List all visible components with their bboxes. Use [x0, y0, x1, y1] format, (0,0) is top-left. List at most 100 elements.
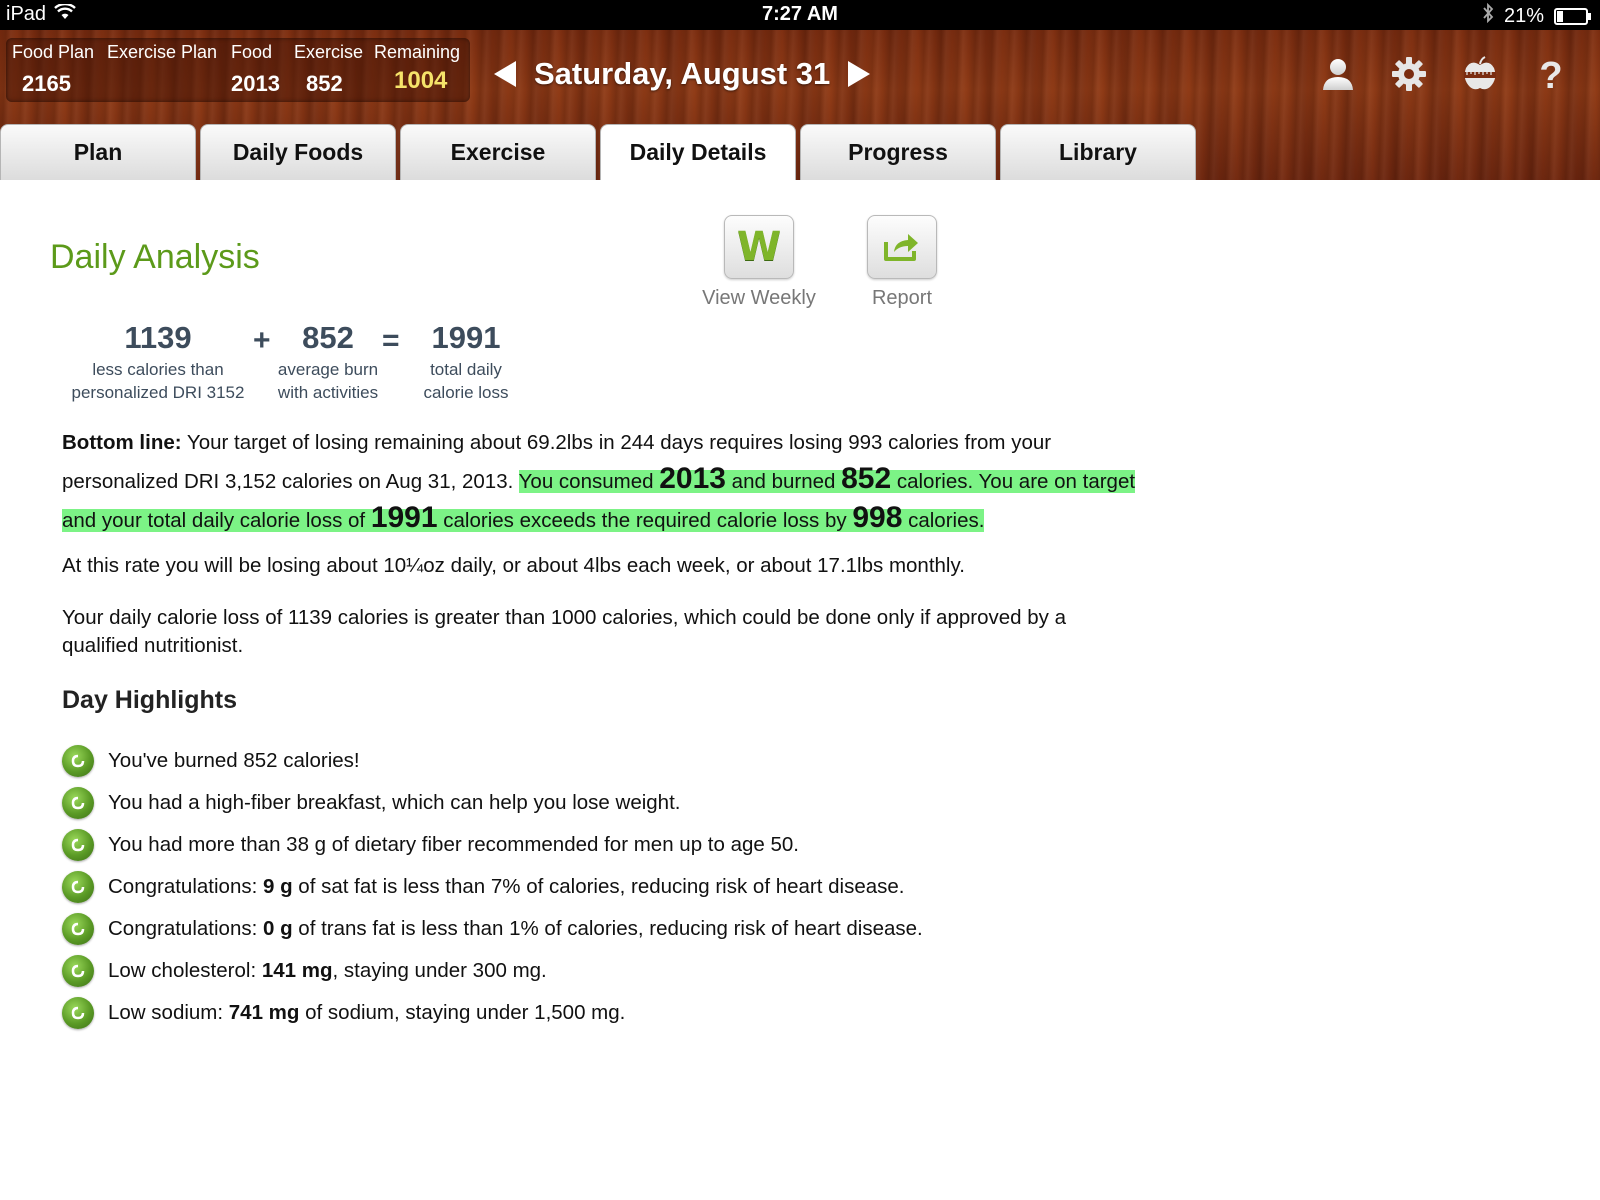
consumed-value: 2013	[659, 462, 726, 495]
next-day-button[interactable]	[848, 61, 871, 87]
tab-plan[interactable]: Plan	[0, 124, 196, 180]
total-loss-value: 1991	[431, 320, 501, 355]
date-navigator: Saturday, August 31	[494, 54, 871, 94]
battery-fill	[1557, 10, 1564, 22]
battery-icon	[1554, 7, 1591, 25]
deficit-caption-1: less calories than	[92, 360, 224, 379]
previous-day-button[interactable]	[494, 61, 516, 87]
share-icon[interactable]	[867, 215, 937, 279]
report-label: Report	[871, 287, 933, 309]
total-loss: 1991 total daily calorie loss	[406, 320, 526, 404]
view-weekly-label: View Weekly	[702, 287, 816, 309]
svg-text:?: ?	[1539, 55, 1562, 93]
burn-value: 852	[302, 320, 354, 355]
tab-library[interactable]: Library	[1000, 124, 1196, 180]
exceeds-value: 998	[852, 501, 903, 534]
list-item: Low sodium: 741 mg of sodium, staying un…	[62, 992, 923, 1034]
warning-text: Your daily calorie loss of 1139 calories…	[62, 606, 1066, 657]
highlight-bold: 0 g	[262, 917, 293, 940]
exercise-plan-label: Exercise Plan	[107, 42, 218, 62]
highlight-text-5: calories.	[902, 509, 985, 532]
deficit-caption-2: personalized DRI 3152	[71, 383, 245, 402]
highlights-title: Day Highlights	[62, 686, 238, 714]
highlight-post: of trans fat is less than 1% of calories…	[292, 917, 923, 940]
equals-sign: =	[382, 324, 400, 357]
tab-daily-details[interactable]: Daily Details	[600, 124, 796, 180]
exercise-plan-summary: Exercise Plan	[107, 42, 217, 71]
highlight-text-2: and burned	[725, 470, 842, 493]
bottom-line-text: Bottom line: Your target of losing remai…	[62, 425, 1142, 539]
burned-value: 852	[841, 462, 892, 495]
report-button[interactable]: Report	[837, 215, 967, 310]
food-summary: Food 2013	[231, 42, 280, 97]
total-loss-highlight-value: 1991	[370, 501, 438, 534]
exercise-label: Exercise	[294, 42, 364, 62]
highlight-text: Congratulations: 0 g of trans fat is les…	[108, 917, 923, 941]
tab-bar: Plan Daily Foods Exercise Daily Details …	[0, 124, 1200, 180]
gear-icon[interactable]	[1389, 54, 1429, 94]
highlight-text-1: You consumed	[518, 470, 660, 493]
current-date: Saturday, August 31	[534, 56, 831, 91]
highlight-bold: 141 mg	[261, 959, 333, 982]
exercise-summary: Exercise 852	[294, 42, 363, 97]
list-item: Congratulations: 9 g of sat fat is less …	[62, 866, 923, 908]
tab-progress[interactable]: Progress	[800, 124, 996, 180]
highlight-bold: 9 g	[262, 875, 293, 898]
list-item: You had a high-fiber breakfast, which ca…	[62, 782, 923, 824]
food-plan-value: 2165	[22, 71, 71, 96]
highlight-pre: Congratulations:	[108, 875, 263, 898]
highlight-pre: Low sodium:	[108, 1001, 229, 1024]
highlight-post: of sat fat is less than 7% of calories, …	[292, 875, 905, 898]
remaining-value: 1004	[394, 67, 448, 94]
page-title: Daily Analysis	[50, 238, 260, 276]
highlight-text: Low cholesterol: 141 mg, staying under 3…	[108, 959, 547, 983]
total-loss-caption-2: calorie loss	[423, 383, 509, 402]
calorie-deficit: 1139 less calories than personalized DRI…	[60, 320, 256, 404]
green-apple-icon	[62, 955, 94, 987]
highlight-text: You had more than 38 g of dietary fiber …	[108, 833, 799, 857]
average-burn: 852 average burn with activities	[268, 320, 388, 404]
view-weekly-button[interactable]: W View Weekly	[694, 215, 824, 310]
list-item: Low cholesterol: 141 mg, staying under 3…	[62, 950, 923, 992]
green-apple-icon	[62, 829, 94, 861]
profile-icon[interactable]	[1318, 54, 1358, 94]
battery-percent: 21%	[1503, 4, 1544, 27]
total-loss-caption-1: total daily	[430, 360, 502, 379]
bluetooth-icon	[1482, 2, 1494, 29]
green-apple-icon	[62, 913, 94, 945]
list-item: Congratulations: 0 g of trans fat is les…	[62, 908, 923, 950]
bottom-line-label: Bottom line:	[62, 431, 182, 454]
green-apple-icon	[62, 997, 94, 1029]
food-plan-summary: Food Plan 2165	[12, 42, 94, 97]
highlight-text: Congratulations: 9 g of sat fat is less …	[108, 875, 905, 899]
green-apple-icon	[62, 745, 94, 777]
apple-tape-icon[interactable]	[1460, 54, 1500, 94]
burn-caption-2: with activities	[277, 383, 379, 402]
highlight-pre: Low cholesterol:	[108, 959, 262, 982]
help-icon[interactable]: ?	[1531, 54, 1571, 94]
tab-daily-foods[interactable]: Daily Foods	[200, 124, 396, 180]
status-time: 7:27 AM	[762, 3, 838, 25]
highlight-pre: You had a high-fiber breakfast, which ca…	[108, 791, 681, 814]
highlight-text-4: calories exceeds the required calorie lo…	[437, 509, 853, 532]
highlight-pre: You had more than 38 g of dietary fiber …	[108, 833, 799, 856]
highlight-text: Low sodium: 741 mg of sodium, staying un…	[108, 1001, 625, 1025]
deficit-value: 1139	[124, 320, 192, 355]
highlight-bold: 741 mg	[228, 1001, 300, 1024]
highlight-pre: You've burned 852 calories!	[108, 749, 360, 772]
list-item: You had more than 38 g of dietary fiber …	[62, 824, 923, 866]
highlights-list: You've burned 852 calories! You had a hi…	[62, 740, 923, 1034]
weekly-glyph: W	[736, 224, 782, 270]
highlight-post: of sodium, staying under 1,500 mg.	[299, 1001, 626, 1024]
status-right: 21%	[1482, 2, 1591, 29]
highlight-text: You've burned 852 calories!	[108, 749, 360, 773]
status-bar: iPad 7:27 AM 21%	[0, 0, 1600, 30]
exercise-value: 852	[306, 71, 343, 96]
food-plan-label: Food Plan	[12, 42, 95, 62]
highlight-post: , staying under 300 mg.	[332, 959, 547, 982]
highlight-text: You had a high-fiber breakfast, which ca…	[108, 791, 680, 815]
weekly-icon[interactable]: W	[724, 215, 794, 279]
remaining-summary: Remaining 1004	[374, 42, 460, 95]
tab-exercise[interactable]: Exercise	[400, 124, 596, 180]
burn-caption-1: average burn	[277, 360, 379, 379]
